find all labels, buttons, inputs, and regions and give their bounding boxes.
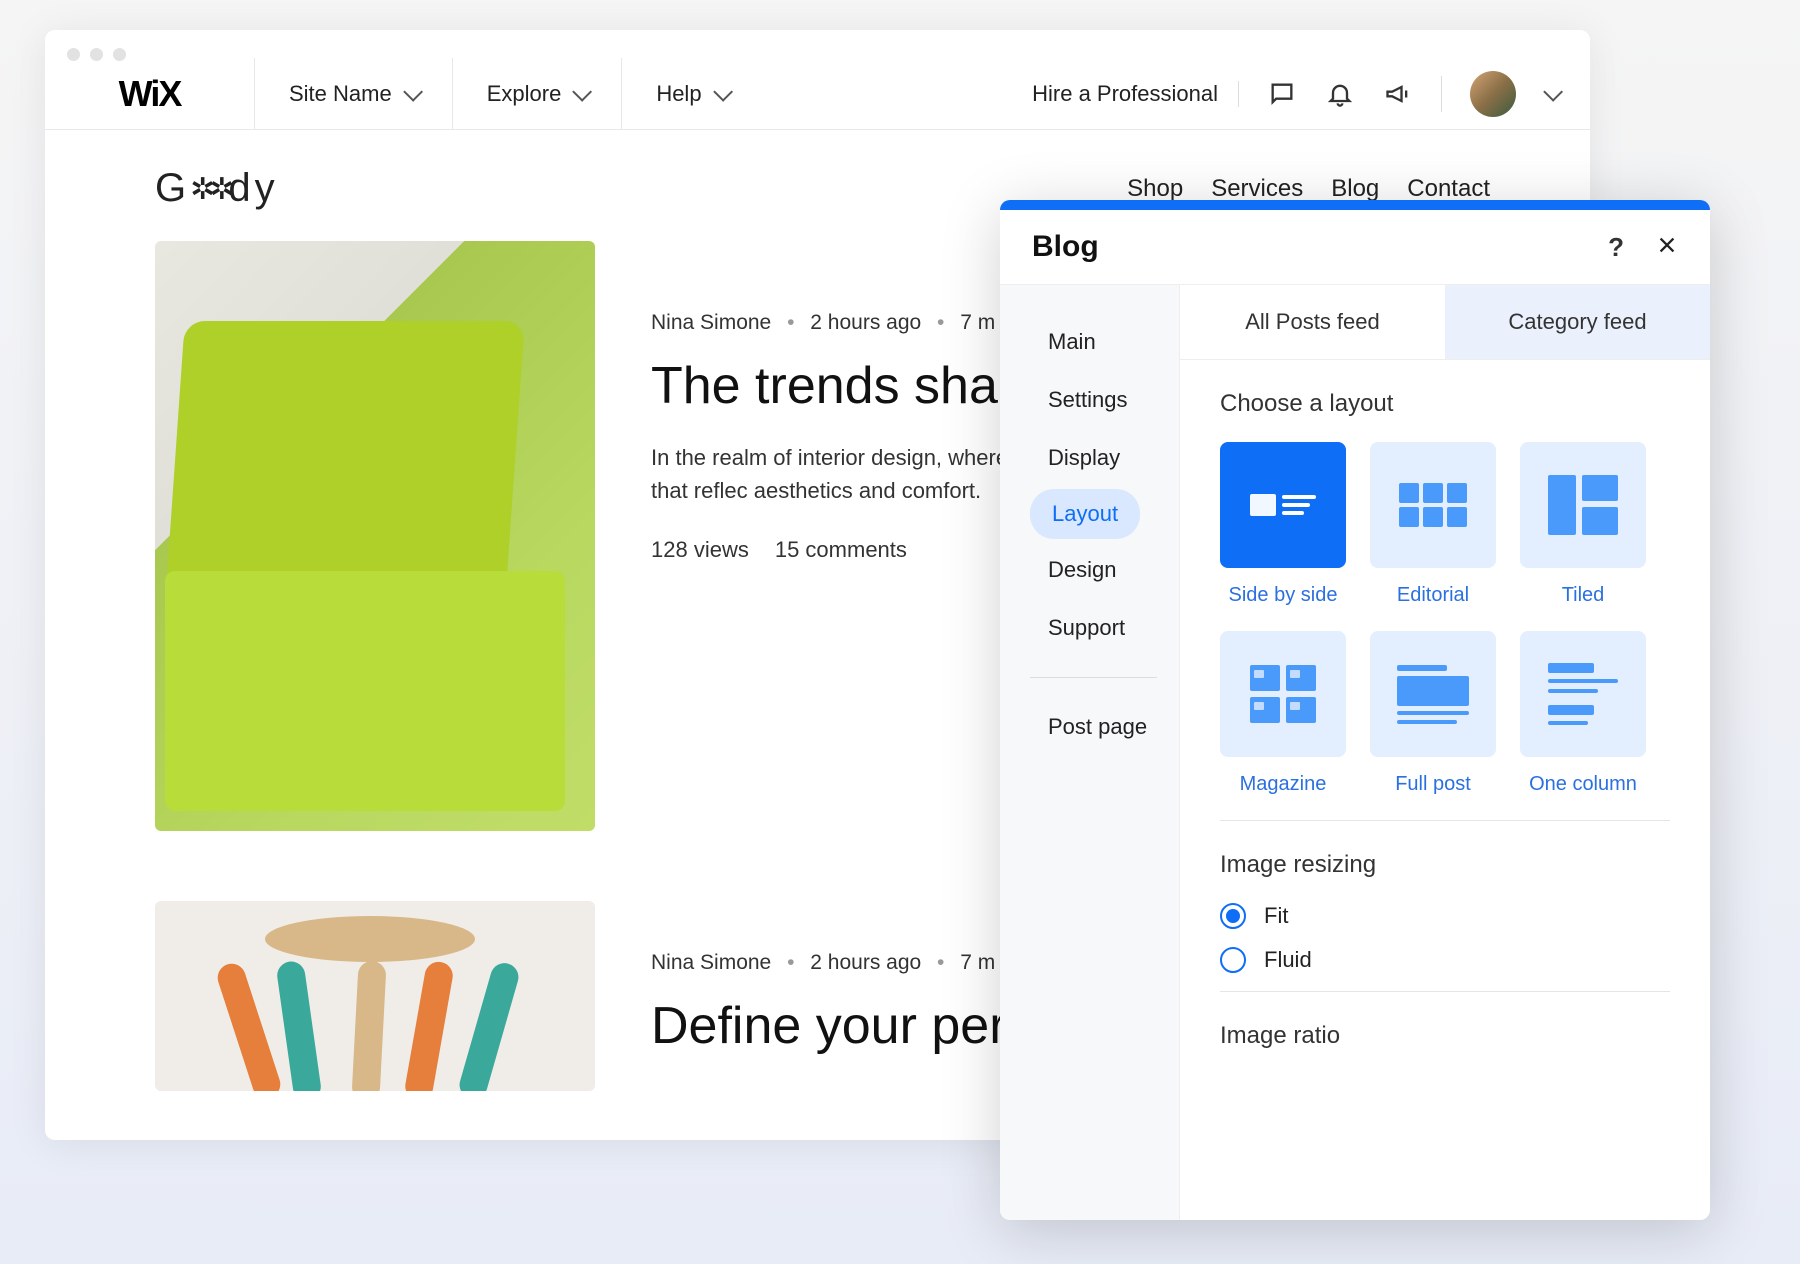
- traffic-light-close[interactable]: [67, 48, 80, 61]
- layout-label: Side by side: [1229, 584, 1338, 607]
- sidebar-item-settings[interactable]: Settings: [1030, 373, 1179, 427]
- hire-professional-link[interactable]: Hire a Professional: [1032, 81, 1239, 107]
- explore-dropdown[interactable]: Explore: [453, 58, 623, 129]
- panel-sidebar: Main Settings Display Layout Design Supp…: [1000, 285, 1180, 1220]
- chevron-down-icon[interactable]: [1543, 81, 1563, 101]
- help-dropdown[interactable]: Help: [622, 58, 761, 129]
- divider: [1441, 76, 1442, 112]
- layout-side-by-side[interactable]: Side by side: [1220, 442, 1346, 607]
- nav-shop[interactable]: Shop: [1127, 175, 1183, 203]
- post-author: Nina Simone: [651, 951, 771, 974]
- radio-fluid[interactable]: Fluid: [1220, 947, 1670, 973]
- post-time: 2 hours ago: [810, 951, 921, 974]
- layout-one-column[interactable]: One column: [1520, 631, 1646, 796]
- chevron-down-icon: [573, 81, 593, 101]
- layout-label: Tiled: [1562, 584, 1605, 607]
- panel-main: All Posts feed Category feed Choose a la…: [1180, 285, 1710, 1220]
- layout-label: Magazine: [1240, 773, 1327, 796]
- feed-tabs: All Posts feed Category feed: [1180, 285, 1710, 360]
- layout-magazine[interactable]: Magazine: [1220, 631, 1346, 796]
- post-read: 7 m: [960, 311, 995, 334]
- sidebar-item-design[interactable]: Design: [1030, 543, 1179, 597]
- radio-icon: [1220, 903, 1246, 929]
- avatar[interactable]: [1470, 71, 1516, 117]
- wix-logo[interactable]: WiX: [45, 58, 255, 129]
- sidebar-item-display[interactable]: Display: [1030, 431, 1179, 485]
- window-controls: [67, 48, 126, 61]
- post-comments: 15 comments: [775, 537, 907, 563]
- megaphone-icon[interactable]: [1383, 79, 1413, 109]
- sidebar-item-layout[interactable]: Layout: [1030, 489, 1140, 539]
- site-name-dropdown[interactable]: Site Name: [255, 58, 453, 129]
- bell-icon[interactable]: [1325, 79, 1355, 109]
- radio-label: Fluid: [1264, 947, 1312, 973]
- blog-settings-panel: Blog ? Main Settings Display Layout Desi…: [1000, 200, 1710, 1220]
- layout-editorial[interactable]: Editorial: [1370, 442, 1496, 607]
- choose-layout-label: Choose a layout: [1220, 390, 1670, 418]
- traffic-light-max[interactable]: [113, 48, 126, 61]
- nav-contact[interactable]: Contact: [1407, 175, 1490, 203]
- post-views: 128 views: [651, 537, 749, 563]
- panel-accent-bar: [1000, 200, 1710, 210]
- help-icon[interactable]: ?: [1608, 232, 1624, 263]
- tab-all-posts[interactable]: All Posts feed: [1180, 285, 1445, 360]
- app-topbar: WiX Site Name Explore Help Hire a Profes…: [45, 30, 1590, 130]
- sidebar-item-support[interactable]: Support: [1030, 601, 1179, 655]
- nav-services[interactable]: Services: [1211, 175, 1303, 203]
- layout-tiled[interactable]: Tiled: [1520, 442, 1646, 607]
- chevron-down-icon: [713, 81, 733, 101]
- layout-label: Editorial: [1397, 584, 1469, 607]
- post-image: [155, 901, 595, 1091]
- panel-header: Blog ?: [1000, 210, 1710, 285]
- chevron-down-icon: [403, 81, 423, 101]
- help-label: Help: [656, 81, 701, 107]
- layout-options: Side by side Editorial: [1220, 442, 1670, 796]
- sidebar-item-main[interactable]: Main: [1030, 315, 1179, 369]
- tab-category-feed[interactable]: Category feed: [1445, 285, 1710, 360]
- layout-label: One column: [1529, 773, 1637, 796]
- layout-full-post[interactable]: Full post: [1370, 631, 1496, 796]
- site-nav: Shop Services Blog Contact: [1127, 175, 1490, 203]
- chat-icon[interactable]: [1267, 79, 1297, 109]
- post-author: Nina Simone: [651, 311, 771, 334]
- explore-label: Explore: [487, 81, 562, 107]
- close-icon[interactable]: [1656, 234, 1678, 261]
- radio-icon: [1220, 947, 1246, 973]
- layout-label: Full post: [1395, 773, 1471, 796]
- post-image: [155, 241, 595, 831]
- post-time: 2 hours ago: [810, 311, 921, 334]
- site-name-label: Site Name: [289, 81, 392, 107]
- sidebar-item-post-page[interactable]: Post page: [1030, 700, 1179, 754]
- post-read: 7 m: [960, 951, 995, 974]
- nav-blog[interactable]: Blog: [1331, 175, 1379, 203]
- panel-title: Blog: [1032, 230, 1099, 264]
- site-brand: G✲✲dy: [155, 166, 279, 211]
- radio-label: Fit: [1264, 903, 1288, 929]
- radio-fit[interactable]: Fit: [1220, 903, 1670, 929]
- image-resizing-label: Image resizing: [1220, 851, 1670, 879]
- traffic-light-min[interactable]: [90, 48, 103, 61]
- image-ratio-label: Image ratio: [1220, 1022, 1670, 1050]
- divider: [1030, 677, 1157, 678]
